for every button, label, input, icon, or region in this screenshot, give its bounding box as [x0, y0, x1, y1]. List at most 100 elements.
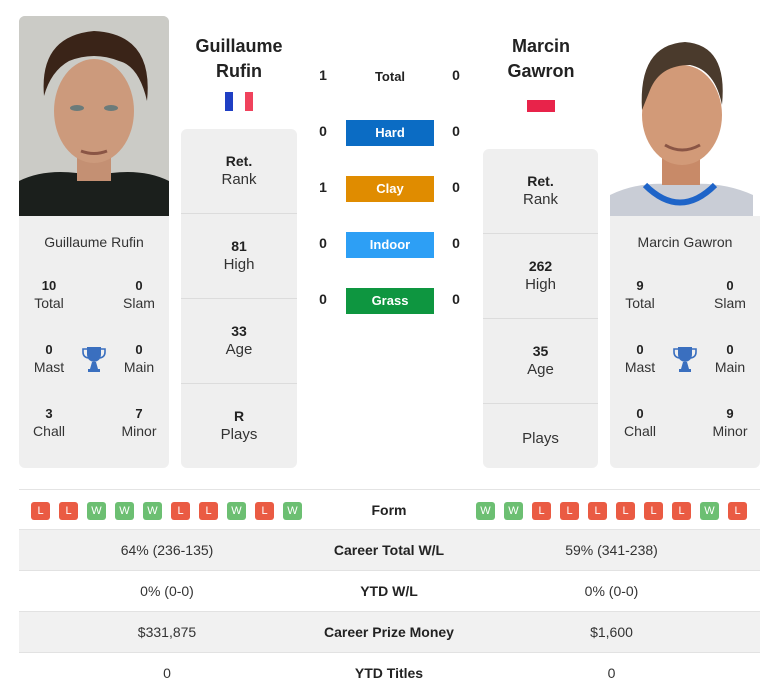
info-plays-label: Plays: [522, 430, 559, 447]
player-left-last-name: Rufin: [216, 61, 262, 81]
player-left-full-name: Guillaume Rufin: [44, 234, 144, 250]
form-loss-badge[interactable]: L: [255, 502, 274, 520]
titles-mast-value: 0: [45, 342, 53, 357]
player-left-photo: [19, 16, 169, 216]
form-loss-badge[interactable]: L: [31, 502, 50, 520]
form-win-badge[interactable]: W: [87, 502, 106, 520]
titles-total: 9 Total: [610, 278, 670, 311]
form-win-badge[interactable]: W: [504, 502, 523, 520]
form-loss-badge[interactable]: L: [616, 502, 635, 520]
h2h-clay-left: 1: [319, 179, 327, 195]
surface-grass-badge[interactable]: Grass: [346, 288, 434, 314]
stat-right-value: 0: [607, 665, 616, 681]
form-loss-badge[interactable]: L: [728, 502, 747, 520]
titles-slam: 0 Slam: [109, 278, 169, 311]
stats-row-ytd-wl: 0% (0-0) YTD W/L 0% (0-0): [19, 571, 760, 612]
form-win-badge[interactable]: W: [476, 502, 495, 520]
surface-hard-badge[interactable]: Hard: [346, 120, 434, 146]
titles-mast-value: 0: [636, 342, 644, 357]
player-right-photo: [610, 30, 753, 216]
stat-left-value: 0: [163, 665, 171, 681]
stat-label: Career Prize Money: [324, 624, 454, 640]
titles-chall-value: 3: [45, 406, 53, 421]
titles-slam-label: Slam: [714, 295, 746, 311]
form-win-badge[interactable]: W: [143, 502, 162, 520]
surface-indoor-badge[interactable]: Indoor: [346, 232, 434, 258]
form-loss-badge[interactable]: L: [588, 502, 607, 520]
stat-right-value: $1,600: [590, 624, 633, 640]
info-high: 81 High: [181, 214, 297, 299]
stat-right-value: 0% (0-0): [584, 583, 639, 599]
titles-chall-label: Chall: [624, 423, 656, 439]
titles-minor: 7 Minor: [109, 406, 169, 439]
form-loss-badge[interactable]: L: [560, 502, 579, 520]
titles-mast-label: Mast: [33, 359, 65, 375]
titles-slam: 0 Slam: [700, 278, 760, 311]
player-left-info: Ret. Rank 81 High 33 Age R Plays: [181, 129, 297, 468]
info-rank: Ret. Rank: [181, 129, 297, 214]
player-right-first-name: Marcin: [511, 36, 571, 56]
titles-main-label: Main: [714, 359, 746, 375]
titles-total-value: 10: [41, 278, 57, 293]
player-left-card: Guillaume Rufin 10 Total 0 Slam 0 Mast 0…: [19, 216, 169, 468]
form-loss-badge[interactable]: L: [644, 502, 663, 520]
h2h-clay-right: 0: [452, 179, 460, 195]
form-loss-badge[interactable]: L: [672, 502, 691, 520]
info-plays-value: R: [233, 408, 245, 424]
surface-clay-badge[interactable]: Clay: [346, 176, 434, 202]
form-loss-badge[interactable]: L: [199, 502, 218, 520]
form-win-badge[interactable]: W: [227, 502, 246, 520]
info-rank: Ret. Rank: [483, 149, 598, 234]
titles-main-label: Main: [123, 359, 155, 375]
titles-minor: 9 Minor: [700, 406, 760, 439]
titles-slam-value: 0: [726, 278, 734, 293]
titles-minor-label: Minor: [712, 423, 748, 439]
form-win-badge[interactable]: W: [700, 502, 719, 520]
titles-main: 0 Main: [700, 342, 760, 375]
titles-total: 10 Total: [19, 278, 79, 311]
trophy-icon: [673, 347, 697, 372]
info-rank-value: Ret.: [527, 173, 554, 189]
stat-left-value: 64% (236-135): [120, 542, 214, 558]
titles-total-value: 9: [636, 278, 644, 293]
titles-chall: 0 Chall: [610, 406, 670, 439]
stat-label: YTD W/L: [360, 583, 418, 599]
h2h-total-right: 0: [452, 67, 460, 83]
info-age-label: Age: [225, 341, 253, 358]
form-loss-badge[interactable]: L: [59, 502, 78, 520]
form-loss-badge[interactable]: L: [532, 502, 551, 520]
info-high-label: High: [223, 256, 255, 273]
form-loss-badge[interactable]: L: [171, 502, 190, 520]
stat-label: YTD Titles: [354, 665, 424, 681]
h2h-indoor-left: 0: [319, 235, 327, 251]
player-right-name[interactable]: Marcin Gawron: [486, 34, 596, 84]
titles-slam-label: Slam: [123, 295, 155, 311]
info-high-value: 81: [231, 238, 247, 254]
titles-chall-label: Chall: [33, 423, 65, 439]
player-right-full-name: Marcin Gawron: [637, 234, 733, 250]
info-rank-label: Rank: [522, 191, 559, 208]
stat-left-value: $331,875: [137, 624, 197, 640]
stat-right-value: 59% (341-238): [565, 542, 658, 558]
h2h-hard-left: 0: [319, 123, 327, 139]
h2h-indoor-right: 0: [452, 235, 460, 251]
h2h-grass-right: 0: [452, 291, 460, 307]
titles-main-value: 0: [726, 342, 734, 357]
info-rank-label: Rank: [221, 171, 257, 188]
titles-main-value: 0: [135, 342, 143, 357]
player-right-card: Marcin Gawron 9 Total 0 Slam 0 Mast 0 Ma…: [610, 216, 760, 468]
stats-row-career-wl: 64% (236-135) Career Total W/L 59% (341-…: [19, 530, 760, 571]
titles-mast-label: Mast: [624, 359, 656, 375]
form-win-badge[interactable]: W: [283, 502, 302, 520]
info-plays: Plays: [483, 404, 598, 468]
h2h-total-label: Total: [374, 69, 406, 84]
info-age-value: 33: [231, 323, 247, 339]
stat-left-value: 0% (0-0): [140, 583, 194, 599]
player-left-name[interactable]: Guillaume Rufin: [184, 34, 294, 84]
titles-main: 0 Main: [109, 342, 169, 375]
h2h-total-left: 1: [319, 67, 327, 83]
player-right-last-name: Gawron: [507, 61, 575, 81]
trophy-icon: [82, 347, 106, 372]
form-win-badge[interactable]: W: [115, 502, 134, 520]
titles-chall-value: 0: [636, 406, 644, 421]
